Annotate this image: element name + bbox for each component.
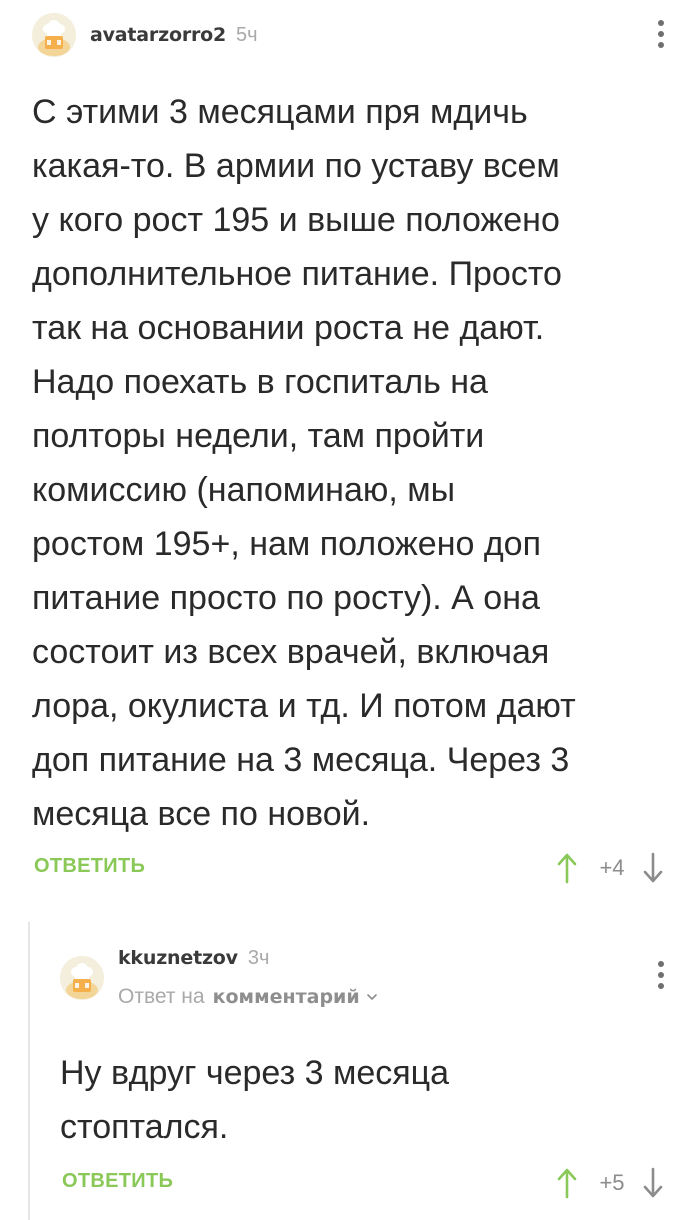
reply-to-prefix: Ответ на [118,985,205,1008]
comment-line: полторы недели, там пройти [32,417,485,455]
arrow-down-icon[interactable] [642,1167,664,1199]
comment-line: комиссию (напоминаю, мы [32,471,456,509]
rating-controls: +4 [556,848,664,888]
default-chef-avatar-icon [60,956,104,1000]
comment-line: дополнительное питание. Просто [32,255,562,293]
comment-line: Ну вдруг через 3 месяца [60,1054,450,1092]
comment-line: доп питание на 3 месяца. Через 3 [32,741,570,779]
timestamp: 5ч [236,23,258,46]
comment-line: лора, окулиста и тд. И потом дают [32,687,576,725]
reply-to: Ответ на комментарий [118,985,378,1009]
comment-line: у кого рост 195 и выше положено [32,201,560,239]
reply-author-row: kkuznetzov 3ч [118,940,269,976]
comment-line: так на основании роста не дают. [32,309,545,347]
reply-button[interactable]: ОТВЕТИТЬ [62,1170,173,1193]
comment-body: Ну вдруг через 3 месяца стоптался. [60,1046,449,1154]
comment-line: состоит из всех врачей, включая [32,633,550,671]
comment-body: С этими 3 месяцами пря мдичь какая-то. В… [32,85,576,841]
avatar[interactable] [32,13,76,57]
arrow-up-icon[interactable] [556,1167,578,1199]
username[interactable]: kkuznetzov [118,947,238,969]
comment-line: ростом 195+, нам положено доп [32,525,541,563]
rating-controls: +5 [556,1163,664,1203]
comment-line: Надо поехать в госпиталь на [32,363,488,401]
thread-line [28,922,30,1220]
comment-header [60,955,104,1001]
username[interactable]: avatarzorro2 [90,24,226,46]
comment-line: месяца все по новой. [32,795,371,833]
comment-header: avatarzorro2 5ч [32,12,258,58]
arrow-up-icon[interactable] [556,852,578,884]
rating-score: +4 [599,855,625,880]
comment-line: питание просто по росту). А она [32,579,540,617]
reply-button[interactable]: ОТВЕТИТЬ [34,855,145,878]
comment-line: С этими 3 месяцами пря мдичь [32,93,528,131]
rating-score: +5 [599,1170,625,1195]
avatar[interactable] [60,956,104,1000]
more-vertical-icon[interactable] [651,14,671,54]
comment-line: какая-то. В армии по уставу всем [32,147,560,185]
default-chef-avatar-icon [32,13,76,57]
timestamp: 3ч [247,946,270,969]
more-vertical-icon[interactable] [651,955,671,995]
arrow-down-icon[interactable] [642,852,664,884]
comment-line: стоптался. [60,1108,229,1146]
reply-to-link[interactable]: комментарий [213,986,360,1008]
chevron-down-icon[interactable] [366,991,378,1003]
